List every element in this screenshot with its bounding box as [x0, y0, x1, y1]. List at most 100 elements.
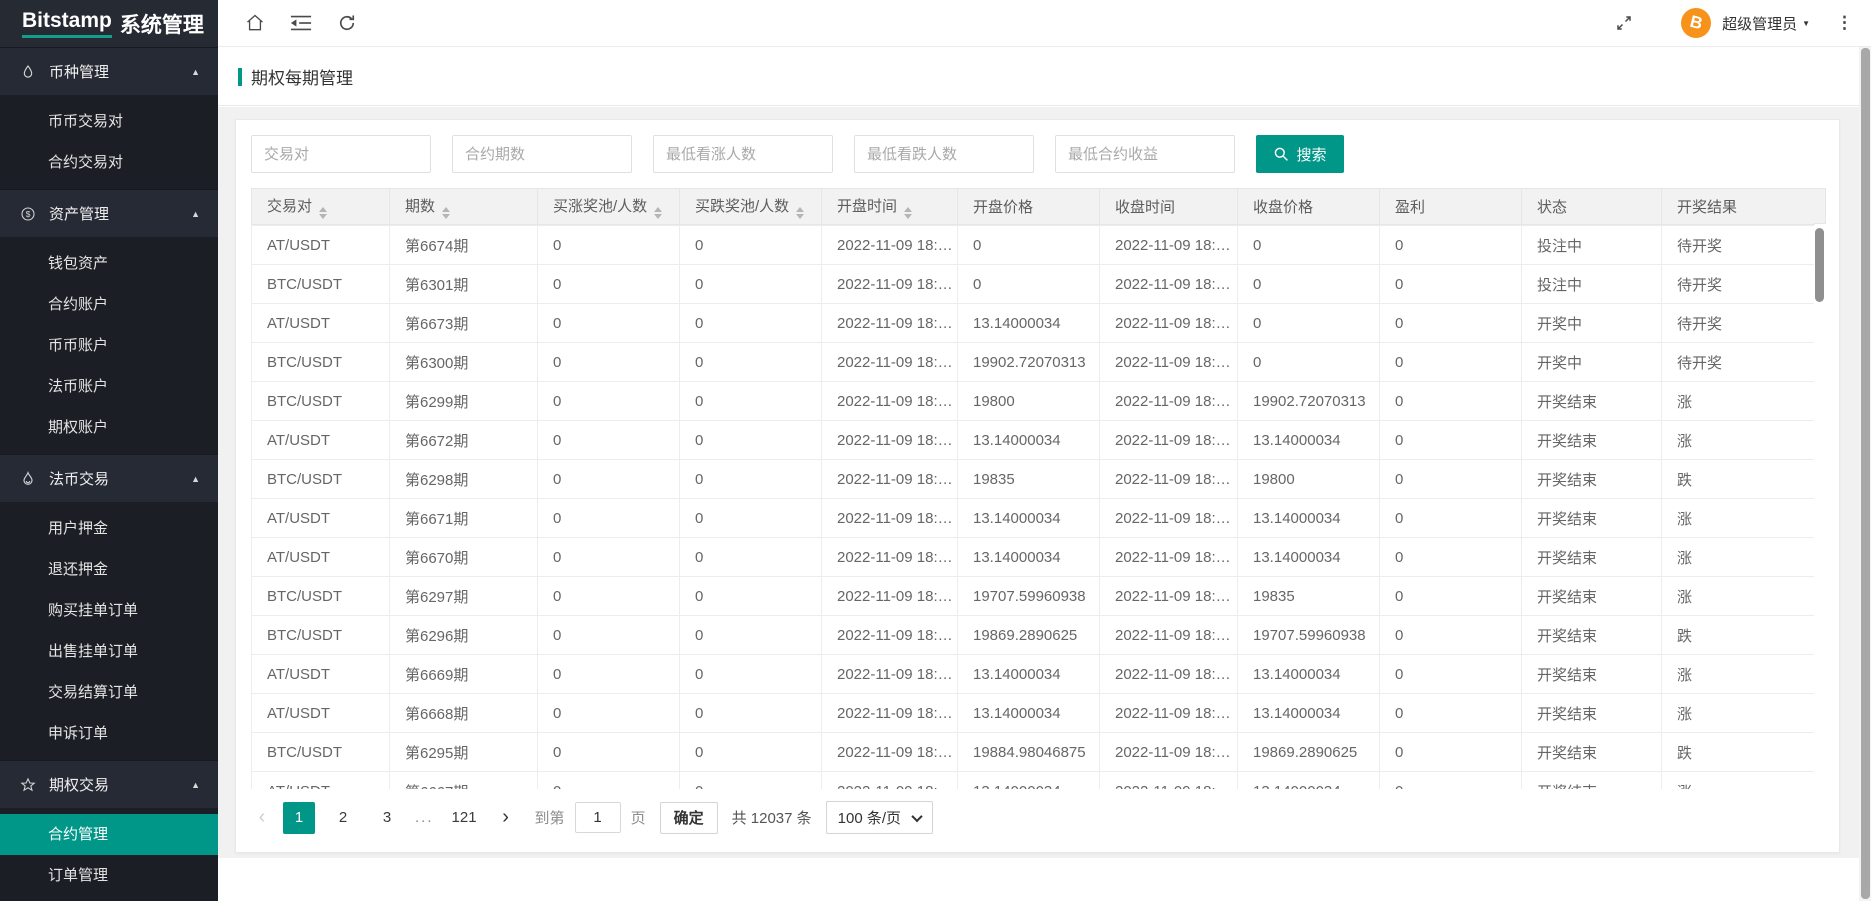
sidebar-item-2-5[interactable]: 申诉订单: [0, 713, 218, 754]
chevron-up-icon: ▲: [191, 209, 200, 219]
cell-6: 2022-11-09 18:…: [1100, 616, 1238, 655]
sidebar-item-2-2[interactable]: 购买挂单订单: [0, 590, 218, 631]
search-button[interactable]: 搜索: [1256, 135, 1344, 173]
cell-9: 开奖结束: [1522, 421, 1662, 460]
column-header-label: 状态: [1537, 199, 1567, 216]
prev-page-icon[interactable]: ‹: [251, 806, 273, 829]
sidebar-item-2-4[interactable]: 交易结算订单: [0, 672, 218, 713]
filter-input-1[interactable]: [452, 135, 632, 173]
column-header-2[interactable]: 买涨奖池/人数: [538, 189, 680, 225]
cell-10: 跌: [1662, 460, 1815, 499]
refresh-icon[interactable]: [324, 0, 370, 46]
cell-0: BTC/USDT: [252, 733, 390, 772]
sidebar-item-2-1[interactable]: 退还押金: [0, 549, 218, 590]
sidebar-item-1-4[interactable]: 期权账户: [0, 407, 218, 448]
cell-0: BTC/USDT: [252, 343, 390, 382]
filter-input-3[interactable]: [854, 135, 1034, 173]
collapse-sidebar-icon[interactable]: [278, 0, 324, 46]
next-page-icon[interactable]: ›: [495, 806, 517, 829]
cell-6: 2022-11-09 18:…: [1100, 343, 1238, 382]
sidebar-item-2-0[interactable]: 用户押金: [0, 508, 218, 549]
sidebar-item-1-0[interactable]: 钱包资产: [0, 243, 218, 284]
sidebar-submenu-0: 币币交易对合约交易对: [0, 95, 218, 189]
filter-input-0[interactable]: [251, 135, 431, 173]
cell-8: 0: [1380, 460, 1522, 499]
sort-icon[interactable]: [904, 207, 912, 219]
column-header-4[interactable]: 开盘时间: [822, 189, 958, 225]
sidebar-item-2-3[interactable]: 出售挂单订单: [0, 631, 218, 672]
sidebar-item-0-0[interactable]: 币币交易对: [0, 101, 218, 142]
fullscreen-icon[interactable]: [1601, 0, 1647, 46]
sort-icon[interactable]: [319, 207, 327, 219]
column-header-label: 买涨奖池/人数: [553, 198, 647, 215]
cell-6: 2022-11-09 18:…: [1100, 421, 1238, 460]
cell-10: 涨: [1662, 421, 1815, 460]
column-header-label: 开盘价格: [973, 199, 1033, 216]
page-button-2[interactable]: 2: [327, 802, 359, 834]
table-row: BTC/USDT第6301期002022-11-09 18:…02022-11-…: [252, 265, 1815, 304]
cell-6: 2022-11-09 18:…: [1100, 538, 1238, 577]
cell-0: AT/USDT: [252, 538, 390, 577]
column-header-8: 盈利: [1380, 189, 1522, 225]
sidebar-item-1-2[interactable]: 币币账户: [0, 325, 218, 366]
cell-8: 0: [1380, 694, 1522, 733]
cell-4: 2022-11-09 18:…: [822, 616, 958, 655]
cell-3: 0: [680, 538, 822, 577]
home-icon[interactable]: [232, 0, 278, 46]
scrollbar-header-cap: [1814, 188, 1826, 224]
sort-icon[interactable]: [442, 207, 450, 219]
sidebar-item-3-1[interactable]: 订单管理: [0, 855, 218, 896]
user-menu[interactable]: 超级管理员 ▼: [1722, 13, 1810, 34]
page-button-1[interactable]: 1: [283, 802, 315, 834]
cell-6: 2022-11-09 18:…: [1100, 694, 1238, 733]
sidebar-submenu-3: 合约管理订单管理: [0, 808, 218, 901]
sidebar-item-3-0[interactable]: 合约管理: [0, 814, 218, 855]
cell-8: 0: [1380, 421, 1522, 460]
cell-7: 13.14000034: [1238, 655, 1380, 694]
table-scrollbar-thumb[interactable]: [1815, 228, 1824, 302]
jump-page-input[interactable]: [575, 802, 621, 833]
bitcoin-avatar[interactable]: B: [1681, 8, 1711, 38]
brand-name: Bitstamp: [22, 9, 112, 38]
sidebar-item-1-1[interactable]: 合约账户: [0, 284, 218, 325]
more-vertical-icon[interactable]: ⋮: [1836, 13, 1853, 33]
filter-input-2[interactable]: [653, 135, 833, 173]
page-button-3[interactable]: 3: [371, 802, 403, 834]
cell-1: 第6296期: [390, 616, 538, 655]
sidebar: Bitstamp 系统管理 币种管理▲币币交易对合约交易对$资产管理▲钱包资产合…: [0, 0, 218, 901]
sidebar-item-0-1[interactable]: 合约交易对: [0, 142, 218, 183]
sort-icon[interactable]: [796, 207, 804, 219]
page-title: 期权每期管理: [251, 64, 353, 89]
page-scrollbar-thumb[interactable]: [1861, 48, 1870, 899]
cell-8: 0: [1380, 733, 1522, 772]
column-header-1[interactable]: 期数: [390, 189, 538, 225]
table-row: BTC/USDT第6297期002022-11-09 18:…19707.599…: [252, 577, 1815, 616]
column-header-3[interactable]: 买跌奖池/人数: [680, 189, 822, 225]
confirm-button[interactable]: 确定: [660, 802, 718, 834]
cell-7: 19707.59960938: [1238, 616, 1380, 655]
sidebar-section-label: 法币交易: [49, 468, 109, 489]
sidebar-section-2[interactable]: 法币交易▲: [0, 454, 218, 502]
cell-1: 第6295期: [390, 733, 538, 772]
cell-5: 13.14000034: [958, 499, 1100, 538]
table-scrollbar-track[interactable]: [1814, 224, 1826, 788]
page-buttons: 123...121: [283, 802, 495, 834]
filter-input-4[interactable]: [1055, 135, 1235, 173]
page-button-121[interactable]: 121: [446, 802, 483, 834]
sidebar-section-3[interactable]: 期权交易▲: [0, 760, 218, 808]
page-size-select[interactable]: 100 条/页: [826, 801, 933, 834]
cell-10: 涨: [1662, 577, 1815, 616]
sort-icon[interactable]: [654, 207, 662, 219]
column-header-label: 盈利: [1395, 199, 1425, 216]
title-bar: 期权每期管理: [218, 48, 1871, 106]
cell-10: 跌: [1662, 616, 1815, 655]
sidebar-section-1[interactable]: $资产管理▲: [0, 189, 218, 237]
cell-10: 待开奖: [1662, 343, 1815, 382]
cell-3: 0: [680, 265, 822, 304]
table-row: AT/USDT第6668期002022-11-09 18:…13.1400003…: [252, 694, 1815, 733]
cell-7: 0: [1238, 343, 1380, 382]
sidebar-item-1-3[interactable]: 法币账户: [0, 366, 218, 407]
sidebar-section-0[interactable]: 币种管理▲: [0, 47, 218, 95]
column-header-0[interactable]: 交易对: [252, 189, 390, 225]
cell-2: 0: [538, 421, 680, 460]
